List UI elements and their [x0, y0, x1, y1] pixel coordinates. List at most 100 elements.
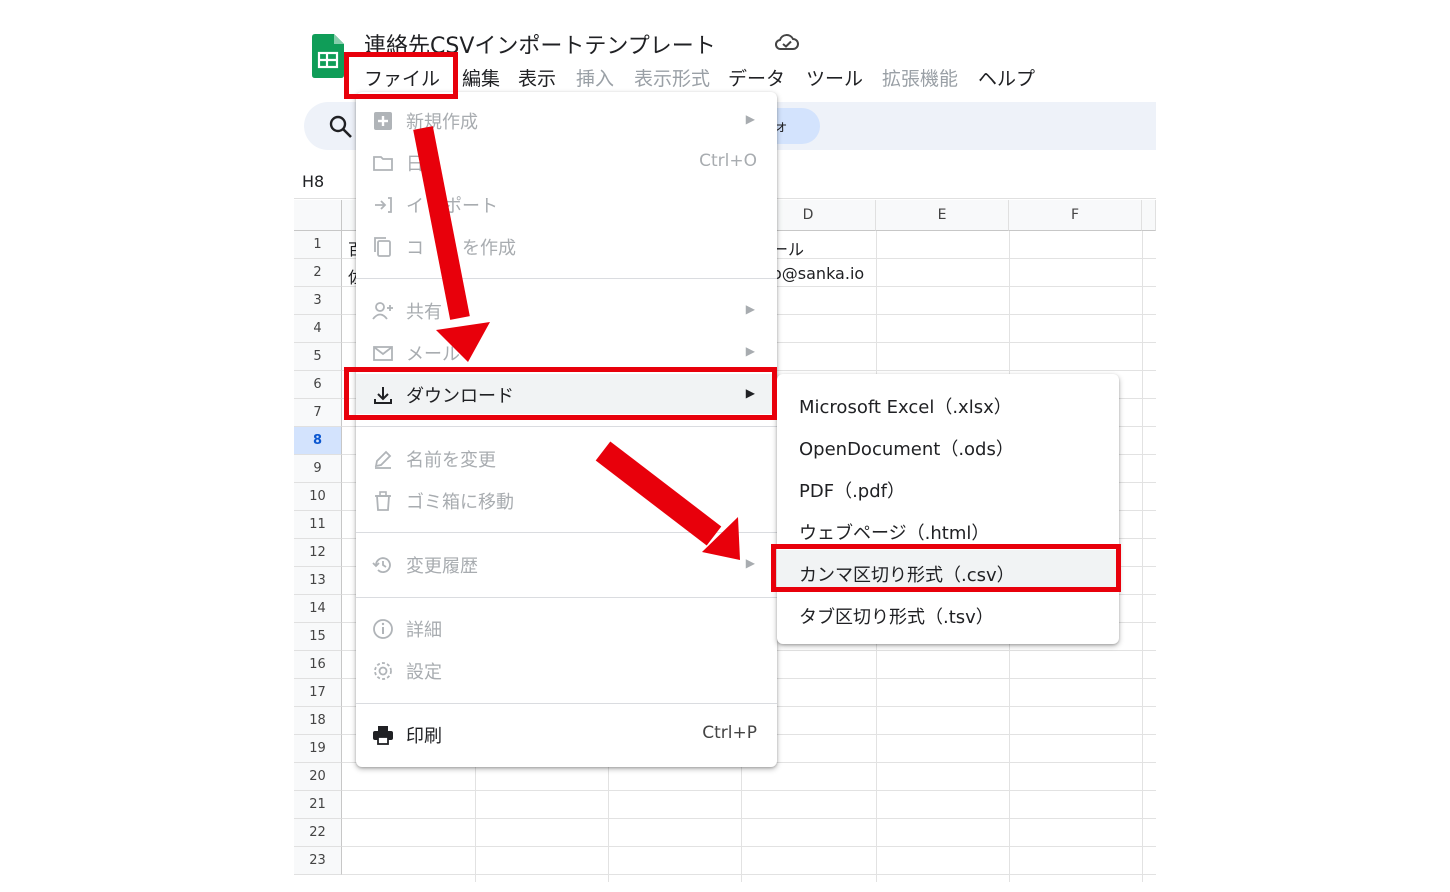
- row-header[interactable]: 11: [294, 511, 342, 539]
- menu-item-copy-label-a: コ: [406, 238, 424, 259]
- download-option-pdf[interactable]: PDF（.pdf）: [799, 477, 905, 503]
- row-header[interactable]: 17: [294, 679, 342, 707]
- menu-item-print-label: 印刷: [406, 726, 442, 747]
- menu-item-open-label: 日: [406, 154, 424, 175]
- menu-tools[interactable]: ツール: [806, 64, 863, 91]
- menu-item-settings[interactable]: 設定: [356, 650, 777, 690]
- info-icon: [373, 619, 393, 639]
- menu-item-import[interactable]: イ ポート: [356, 184, 777, 224]
- folder-icon: [373, 156, 393, 171]
- menu-item-open-shortcut: Ctrl+O: [699, 151, 757, 171]
- menu-item-share[interactable]: 共有 ▶: [356, 290, 777, 330]
- menu-item-rename-label: 名前を変更: [406, 450, 496, 471]
- menu-item-print[interactable]: 印刷 Ctrl+P: [356, 714, 777, 754]
- menu-format[interactable]: 表示形式: [634, 64, 710, 91]
- menu-item-rename[interactable]: 名前を変更: [356, 438, 777, 478]
- submenu-arrow-icon: ▶: [745, 112, 755, 126]
- menu-divider: [356, 532, 777, 533]
- annotation-box-csv: [771, 544, 1121, 592]
- grid-row-line: [342, 846, 1156, 847]
- import-icon: [375, 197, 392, 213]
- row-header[interactable]: 5: [294, 343, 342, 371]
- row-header[interactable]: 1: [294, 231, 342, 259]
- download-option-xlsx[interactable]: Microsoft Excel（.xlsx）: [799, 393, 1012, 419]
- row-header[interactable]: 3: [294, 287, 342, 315]
- submenu-arrow-icon: ▶: [745, 556, 755, 570]
- menu-item-print-shortcut: Ctrl+P: [702, 723, 757, 743]
- row-header[interactable]: 4: [294, 315, 342, 343]
- menu-data[interactable]: データ: [728, 64, 785, 91]
- menu-insert[interactable]: 挿入: [576, 64, 614, 91]
- download-submenu: Microsoft Excel（.xlsx） OpenDocument（.ods…: [777, 374, 1119, 644]
- menu-item-new[interactable]: 新規作成 ▶: [356, 100, 777, 140]
- menu-divider: [356, 278, 777, 279]
- row-header[interactable]: 21: [294, 791, 342, 819]
- submenu-arrow-icon: ▶: [745, 302, 755, 316]
- row-header[interactable]: 10: [294, 483, 342, 511]
- row-header[interactable]: 18: [294, 707, 342, 735]
- row-header[interactable]: 2: [294, 259, 342, 287]
- download-option-html[interactable]: ウェブページ（.html）: [799, 519, 989, 545]
- rename-pencil-icon: [374, 450, 392, 469]
- row-header[interactable]: 9: [294, 455, 342, 483]
- menu-item-email[interactable]: メール ▶: [356, 332, 777, 372]
- menu-item-history-label: 変更履歴: [406, 556, 478, 577]
- menu-divider: [356, 703, 777, 704]
- row-header[interactable]: 6: [294, 371, 342, 399]
- menu-item-details-label: 詳細: [406, 620, 442, 641]
- row-header[interactable]: 20: [294, 763, 342, 791]
- google-sheets-logo-icon[interactable]: [312, 34, 344, 78]
- menu-extensions[interactable]: 拡張機能: [882, 64, 958, 91]
- row-header[interactable]: 16: [294, 651, 342, 679]
- row-header[interactable]: 13: [294, 567, 342, 595]
- row-header[interactable]: 22: [294, 819, 342, 847]
- menu-help[interactable]: ヘルプ: [978, 64, 1035, 91]
- row-header[interactable]: 23: [294, 847, 342, 875]
- row-header[interactable]: 15: [294, 623, 342, 651]
- mail-icon: [373, 346, 393, 361]
- menu-item-copy[interactable]: コ を作成: [356, 226, 777, 266]
- search-icon[interactable]: [328, 114, 354, 140]
- menu-item-copy-label-b: を作成: [462, 238, 516, 259]
- annotation-box-download: [344, 367, 777, 420]
- file-menu: 新規作成 ▶ 日 Ctrl+O イ ポート コ を作成 共有 ▶ メール ▶ ダ…: [356, 92, 777, 767]
- grid-row-line: [342, 818, 1156, 819]
- menu-item-import-label-a: イ: [406, 196, 424, 217]
- column-header-f[interactable]: F: [1009, 200, 1142, 231]
- menu-divider: [356, 597, 777, 598]
- copy-icon: [374, 237, 391, 257]
- menu-item-history[interactable]: 変更履歴 ▶: [356, 544, 777, 584]
- grid-row-line: [342, 790, 1156, 791]
- menu-item-new-label: 新規作成: [406, 112, 478, 133]
- annotation-box-file-menu: [344, 52, 458, 99]
- download-option-ods[interactable]: OpenDocument（.ods）: [799, 435, 1014, 461]
- history-icon: [372, 557, 391, 573]
- submenu-arrow-icon: ▶: [745, 344, 755, 358]
- menu-item-open[interactable]: 日 Ctrl+O: [356, 142, 777, 182]
- menu-divider: [356, 426, 777, 427]
- menu-view[interactable]: 表示: [518, 64, 556, 91]
- row-header[interactable]: 8: [294, 427, 342, 455]
- name-box[interactable]: H8: [302, 172, 324, 191]
- menu-item-trash[interactable]: ゴミ箱に移動: [356, 480, 777, 520]
- menu-item-details[interactable]: 詳細: [356, 608, 777, 648]
- download-option-tsv[interactable]: タブ区切り形式（.tsv）: [799, 603, 994, 629]
- row-header[interactable]: 14: [294, 595, 342, 623]
- cell-d2[interactable]: o@sanka.io: [772, 264, 864, 283]
- cloud-status-icon[interactable]: [774, 32, 800, 52]
- toolbar-pill-button[interactable]: ォ: [774, 108, 820, 144]
- menu-item-trash-label: ゴミ箱に移動: [406, 492, 514, 513]
- column-header-g[interactable]: [1142, 200, 1156, 231]
- select-all-corner[interactable]: [294, 200, 342, 231]
- new-sheet-icon: [374, 112, 392, 130]
- row-header[interactable]: 19: [294, 735, 342, 763]
- menu-item-share-label: 共有: [406, 302, 442, 323]
- menu-item-email-label: メール: [406, 344, 460, 365]
- share-person-icon: [372, 302, 393, 320]
- menu-item-import-label-b: ポート: [444, 196, 498, 217]
- grid-row-line: [342, 874, 1156, 875]
- menu-edit[interactable]: 編集: [462, 64, 500, 91]
- row-header[interactable]: 7: [294, 399, 342, 427]
- row-header[interactable]: 12: [294, 539, 342, 567]
- column-header-e[interactable]: E: [876, 200, 1009, 231]
